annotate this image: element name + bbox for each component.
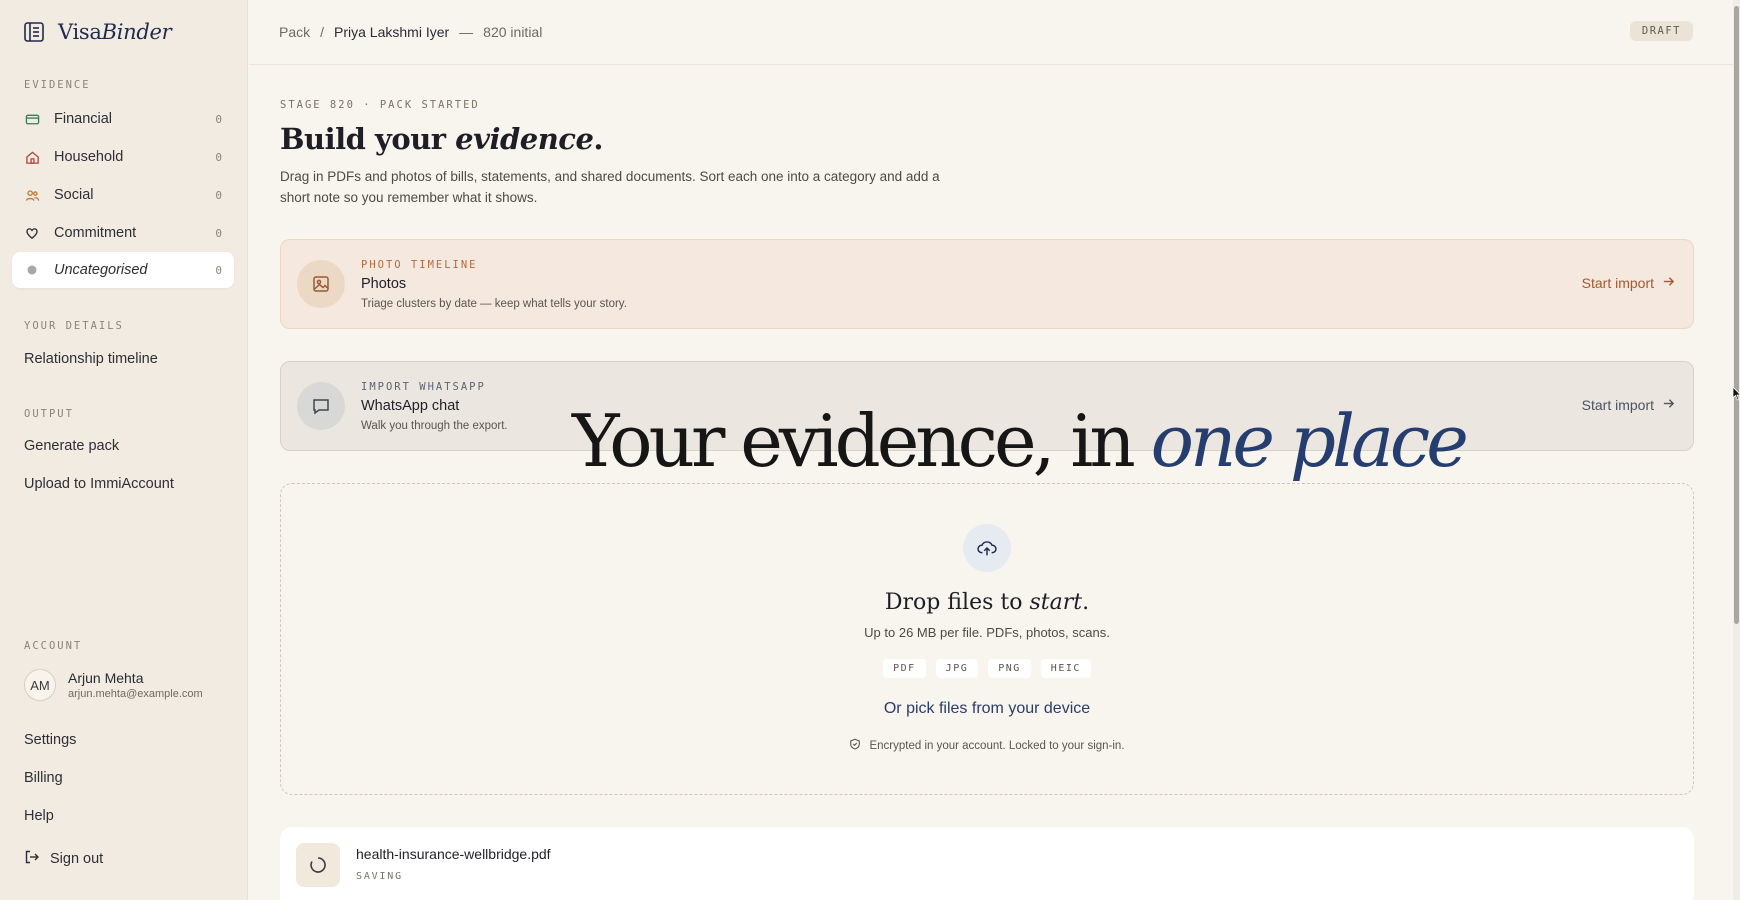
sidebar-item-label: Social [54,187,94,203]
drop-title: Drop files to start. [884,590,1090,615]
heart-icon [24,225,40,241]
format-chip: PNG [988,659,1031,678]
sidebar-item-financial[interactable]: Financial 0 [12,101,234,137]
format-chip: PDF [883,659,926,678]
photo-timeline-card[interactable]: PHOTO TIMELINE Photos Triage clusters by… [280,239,1694,329]
top-bar: Pack / Priya Lakshmi Iyer — 820 initial … [249,0,1733,65]
scrollbar-thumb[interactable] [1734,6,1739,624]
card-description: Triage clusters by date — keep what tell… [361,297,627,310]
sidebar-item-billing[interactable]: Billing [24,770,63,786]
file-name: health-insurance-wellbridge.pdf [356,846,551,862]
avatar: AM [24,669,56,701]
chat-icon [297,382,345,430]
card-title: WhatsApp chat [361,397,460,414]
stage-label: STAGE 820 · PACK STARTED [280,99,480,111]
breadcrumb-separator: / [320,24,325,40]
sidebar-item-settings[interactable]: Settings [24,732,76,748]
start-import-photos-button[interactable]: Start import [1582,275,1675,291]
cta-label: Start import [1581,275,1654,291]
cta-label: Start import [1581,397,1654,413]
sidebar-item-relationship-timeline[interactable]: Relationship timeline [24,351,158,367]
shield-icon [849,738,861,753]
file-drop-zone[interactable]: Drop files to start. Up to 26 MB per fil… [280,483,1694,795]
house-icon [24,149,40,165]
sidebar-item-commitment[interactable]: Commitment 0 [12,215,234,251]
sidebar-item-label: Household [54,149,124,165]
card-kicker: IMPORT WHATSAPP [361,380,486,393]
card-kicker: PHOTO TIMELINE [361,258,478,271]
sidebar: VisaBinder EVIDENCE Financial 0 Househol… [0,0,248,900]
binder-icon [22,20,46,44]
user-profile[interactable]: AM Arjun Mehta arjun.mehta@example.com [24,669,203,701]
sign-out-icon [24,849,40,869]
page-intro: Drag in PDFs and photos of bills, statem… [280,169,940,205]
sidebar-item-generate-pack[interactable]: Generate pack [24,438,119,454]
sidebar-item-label: Uncategorised [54,262,148,278]
sidebar-item-label: Commitment [54,225,137,241]
image-icon [297,260,345,308]
sidebar-item-count: 0 [215,188,222,202]
tagline-overlay: Your evidence, in one place [572,399,1469,483]
encryption-note: Encrypted in your account. Locked to you… [281,738,1693,753]
sign-out-label: Sign out [50,851,104,867]
breadcrumb-root[interactable]: Pack [279,24,310,40]
dot-icon [24,262,40,278]
brand-logo[interactable]: VisaBinder [22,20,172,44]
encryption-text: Encrypted in your account. Locked to you… [869,739,1125,752]
sidebar-item-help[interactable]: Help [24,808,54,824]
sidebar-item-uncategorised[interactable]: Uncategorised 0 [12,252,234,288]
breadcrumb-dash: — [459,24,474,40]
page-title: Build your evidence. [280,122,604,156]
sidebar-item-household[interactable]: Household 0 [12,139,234,175]
loading-spinner-icon [296,843,340,887]
evidence-section-label: EVIDENCE [24,79,91,91]
user-name: Arjun Mehta [68,670,144,686]
file-status: SAVING [356,871,403,882]
file-row[interactable]: health-insurance-wellbridge.pdf SAVING [280,827,1694,900]
card-icon [24,111,40,127]
sidebar-item-count: 0 [215,150,222,164]
format-chip: JPG [935,659,979,678]
output-section-label: OUTPUT [24,408,74,420]
card-title: Photos [361,275,407,292]
format-chip: HEIC [1040,659,1091,678]
arrow-right-icon [1662,397,1675,413]
breadcrumb: Pack / Priya Lakshmi Iyer — 820 initial [279,24,542,40]
sidebar-item-count: 0 [215,263,222,277]
sidebar-item-upload-immiaccount[interactable]: Upload to ImmiAccount [24,476,174,492]
card-description: Walk you through the export. [361,419,508,432]
sidebar-item-label: Financial [54,111,113,127]
start-import-whatsapp-button[interactable]: Start import [1582,397,1675,413]
people-icon [24,187,40,203]
upload-cloud-icon [963,524,1011,572]
breadcrumb-stage: 820 initial [483,24,543,40]
brand-name: VisaBinder [58,20,172,44]
mouse-cursor-icon [1732,385,1740,406]
sidebar-item-count: 0 [215,226,222,240]
arrow-right-icon [1662,275,1675,291]
sidebar-item-social[interactable]: Social 0 [12,177,234,213]
format-chips: PDF JPG PNG HEIC [281,659,1693,678]
breadcrumb-person: Priya Lakshmi Iyer [334,24,450,40]
account-section-label: ACCOUNT [24,640,83,652]
pick-files-link[interactable]: Or pick files from your device [281,700,1693,718]
sidebar-item-count: 0 [215,112,222,126]
sign-out-button[interactable]: Sign out [24,849,103,869]
drop-subtitle: Up to 26 MB per file. PDFs, photos, scan… [864,625,1110,640]
status-badge: DRAFT [1629,21,1693,41]
details-section-label: YOUR DETAILS [24,320,124,332]
user-email: arjun.mehta@example.com [68,688,203,700]
